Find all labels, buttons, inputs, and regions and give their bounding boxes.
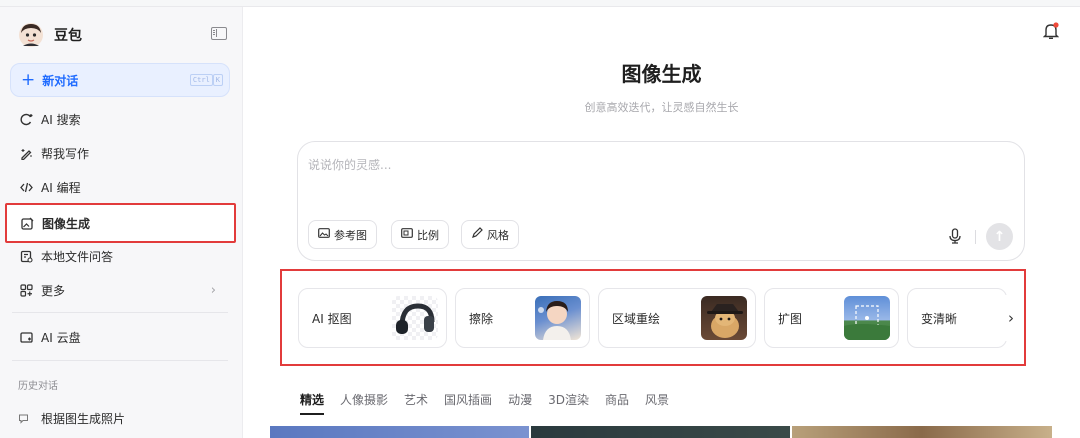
sidebar-item-label: AI 云盘 [41, 330, 81, 345]
history-item[interactable]: 根据图生成照片 [18, 410, 125, 427]
tab-art[interactable]: 艺术 [404, 391, 428, 415]
chat-bubble-icon [18, 413, 30, 425]
page-subtitle: 创意高效迭代，让灵感自然生长 [584, 101, 739, 114]
top-border [0, 0, 1080, 7]
tab-anime[interactable]: 动漫 [508, 391, 532, 415]
tool-label: AI 抠图 [312, 311, 352, 326]
page-title: 图像生成 [621, 62, 702, 86]
gallery-image[interactable] [792, 426, 1052, 438]
tool-sharpen[interactable]: 变清晰 [907, 288, 1007, 348]
tool-erase[interactable]: 擦除 [455, 288, 590, 348]
grid-more-icon [18, 282, 34, 298]
sidebar-item-ai-search[interactable]: AI 搜索 [6, 103, 236, 135]
send-button[interactable]: ↑ [986, 223, 1013, 250]
sidebar-item-label: 本地文件问答 [41, 249, 114, 264]
landscape-image [844, 305, 890, 340]
shortcut-key-k: K [212, 74, 223, 86]
headphones-image [396, 303, 435, 334]
code-icon [18, 179, 34, 195]
microphone-icon[interactable] [948, 228, 962, 244]
sidebar-collapse-icon[interactable] [211, 27, 227, 40]
sidebar-item-more[interactable]: 更多 › [6, 274, 236, 306]
dog-hat-image [707, 304, 743, 338]
sidebar-item-local-file-qa[interactable]: 本地文件问答 [6, 240, 236, 272]
tool-label: 扩图 [778, 311, 803, 326]
tab-product[interactable]: 商品 [605, 391, 629, 415]
new-chat-button[interactable]: + 新对话 Ctrl K [10, 63, 230, 97]
tool-thumbnail [535, 296, 581, 340]
notification-bell-icon[interactable] [1043, 22, 1059, 40]
tab-landscape[interactable]: 风景 [645, 391, 669, 415]
shortcut-badge: Ctrl K [189, 74, 223, 86]
gallery-image[interactable] [531, 426, 790, 438]
tool-label: 擦除 [469, 311, 494, 326]
history-title: 历史对话 [18, 381, 58, 392]
sidebar-item-coding[interactable]: AI 编程 [6, 171, 236, 203]
doubao-avatar-icon [19, 23, 43, 47]
sidebar-item-label: AI 搜索 [41, 112, 81, 127]
gallery-image[interactable] [270, 426, 529, 438]
chevron-right-icon: › [210, 282, 216, 298]
reference-image-button[interactable]: 参考图 [308, 220, 377, 249]
tab-chinese-illustration[interactable]: 国风插画 [444, 391, 492, 415]
tab-portrait[interactable]: 人像摄影 [340, 391, 388, 415]
sidebar-item-label: 帮我写作 [41, 146, 90, 161]
sidebar-item-cloud-drive[interactable]: AI 云盘 [6, 321, 236, 353]
sidebar-item-label: AI 编程 [41, 180, 81, 195]
sidebar-item-image-generation[interactable]: 图像生成 [5, 203, 236, 243]
pen-spark-icon [18, 145, 34, 161]
tab-3d-render[interactable]: 3D渲染 [548, 391, 589, 415]
file-question-icon [18, 248, 34, 264]
category-tabs: 精选 人像摄影 艺术 国风插画 动漫 3D渲染 商品 风景 [300, 391, 669, 415]
sidebar-item-label: 图像生成 [42, 216, 91, 231]
tools-next-button[interactable]: › [1000, 295, 1022, 341]
tool-thumbnail [844, 296, 890, 340]
sidebar-item-label: 更多 [41, 283, 66, 298]
tool-thumbnail [701, 296, 747, 340]
sidebar: 豆包 + 新对话 Ctrl K AI 搜索 帮我写作 AI 编程 图像生成 本地… [0, 7, 243, 438]
reference-image-icon [318, 227, 330, 242]
brush-icon [471, 227, 483, 242]
prompt-input[interactable] [308, 156, 908, 174]
tab-featured[interactable]: 精选 [300, 391, 325, 415]
prompt-box: 参考图 比例 风格 ↑ [297, 141, 1025, 261]
sidebar-item-writing[interactable]: 帮我写作 [6, 137, 236, 169]
toolbar-separator [975, 230, 976, 244]
chevron-right-icon: › [1008, 309, 1014, 327]
tool-label: 区域重绘 [612, 311, 661, 326]
tool-label: 变清晰 [921, 311, 958, 326]
plus-icon: + [21, 69, 36, 90]
chip-label: 参考图 [334, 228, 367, 242]
new-chat-label: 新对话 [42, 73, 79, 88]
style-button[interactable]: 风格 [461, 220, 519, 249]
history-item-label: 根据图生成照片 [41, 412, 126, 426]
search-spark-icon [18, 111, 34, 127]
chip-label: 比例 [417, 228, 439, 242]
ratio-icon [401, 227, 413, 242]
brand[interactable]: 豆包 [18, 21, 82, 49]
sidebar-divider [12, 360, 228, 361]
shortcut-key-ctrl: Ctrl [189, 74, 213, 86]
tool-region-redraw[interactable]: 区域重绘 [598, 288, 756, 348]
girl-portrait-image [538, 301, 571, 340]
tool-ai-cutout[interactable]: AI 抠图 [298, 288, 447, 348]
tool-expand[interactable]: 扩图 [764, 288, 899, 348]
arrow-up-icon: ↑ [993, 228, 1006, 245]
sidebar-divider [12, 312, 228, 313]
app-name: 豆包 [54, 28, 82, 44]
chip-label: 风格 [487, 228, 509, 242]
tool-thumbnail [392, 296, 438, 340]
ratio-button[interactable]: 比例 [391, 220, 449, 249]
cloud-drive-icon [18, 329, 34, 345]
image-edit-icon [19, 215, 35, 231]
